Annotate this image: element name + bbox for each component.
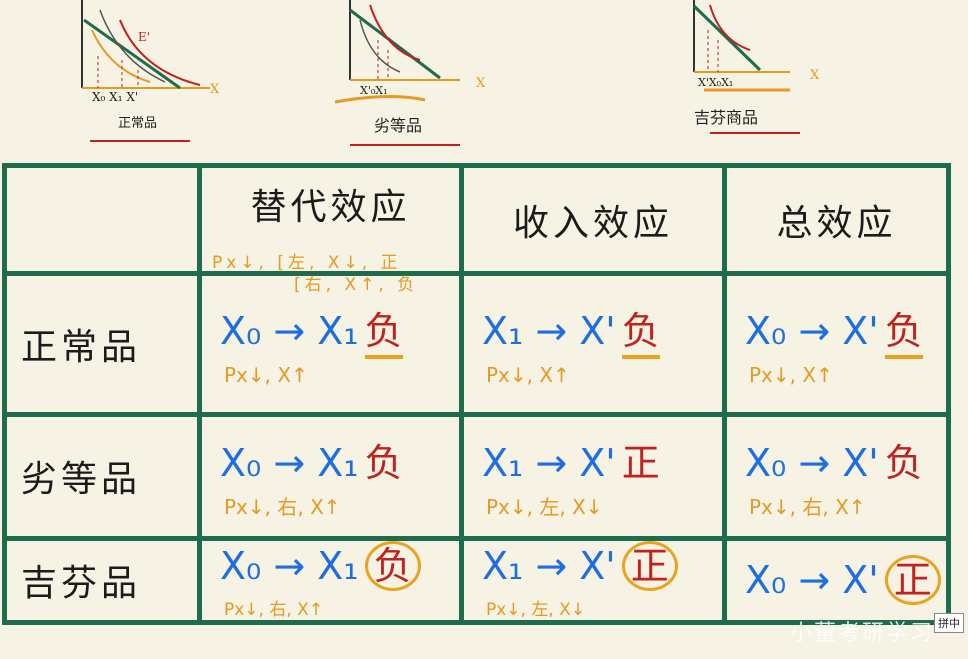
cell-move: X₁ → X' (482, 309, 616, 354)
header-total-effect: 总效应 (722, 162, 951, 277)
cell-transition: X₀ → X' 负 (745, 432, 946, 487)
table-row: 吉芬品 X₀ → X₁ 负 Px↓, 右, X↑ X₁ → X' 正 Px↓, 左,… (2, 535, 951, 626)
cell-transition: X₁ → X' 负 (482, 300, 722, 360)
cell-transition: X₀ → X₁ 负 (220, 540, 459, 591)
cell-move: X₀ → X₁ (220, 441, 359, 486)
corner-cell (2, 162, 202, 277)
cell-note: Px↓, 左, X↓ (486, 495, 603, 520)
cell-sign: 正 (884, 555, 941, 606)
row-label: 吉芬品 (2, 535, 202, 626)
cell-sign: 正 (621, 441, 660, 486)
underline (90, 140, 190, 142)
cell-transition: X₀ → X₁ 负 (220, 300, 459, 360)
header-text: 替代效应 (250, 186, 411, 228)
table-cell: X₀ → X₁ 负 Px↓, 右, X↑ (197, 535, 464, 626)
cell-sign: 负 (621, 300, 660, 360)
header-hint: [右, X↑, 负 (294, 275, 419, 295)
cell-move: X₀ → X' (745, 558, 879, 603)
cell-transition: X₀ → X' 负 (745, 300, 946, 360)
graph-normal-good: E' X₀ X₁ X' X 正常品 (70, 0, 230, 150)
graph-points: X'₀X₁ (360, 84, 388, 97)
underline (710, 132, 800, 134)
graph-points: X'X₀X₁ (698, 76, 734, 89)
cell-note: Px↓, 左, X↓ (486, 599, 586, 620)
cell-move: X₀ → X₁ (220, 309, 359, 354)
cell-sign: 负 (884, 300, 923, 360)
cell-sign: 负 (884, 441, 923, 486)
ime-badge: 拼中 (934, 613, 964, 633)
table-cell: X₀ → X₁ 负 Px↓, 右, X↑ (197, 411, 464, 541)
table-cell: X₁ → X' 正 Px↓, 左, X↓ (459, 411, 727, 541)
graph-axis-x: X (810, 68, 820, 83)
graph-inferior-good: X'₀X₁ X 劣等品 (330, 0, 500, 150)
row-label: 正常品 (2, 271, 202, 417)
graph-giffen-good: X'X₀X₁ X 吉芬商品 (680, 0, 840, 150)
cell-sign: 正 (621, 540, 678, 591)
header-substitution-effect: 替代效应 Px↓, [左, X↓, 正 [右, X↑, 负 (197, 162, 464, 295)
table-row: 劣等品 X₀ → X₁ 负 Px↓, 右, X↑ X₁ → X' 正 Px↓, 左,… (2, 411, 951, 541)
cell-sign: 负 (364, 540, 421, 591)
watermark: 小董考研学习 (789, 621, 934, 646)
table-cell: X₁ → X' 负 Px↓, X↑ (459, 271, 727, 417)
table-cell: X₀ → X' 负 Px↓, 右, X↑ (722, 411, 951, 541)
cell-note: Px↓, 右, X↑ (224, 495, 341, 520)
cell-move: X₀ → X' (745, 441, 879, 486)
table-cell: X₀ → X' 负 Px↓, X↑ (722, 271, 951, 417)
table-cell: X₁ → X' 正 Px↓, 左, X↓ (459, 535, 727, 626)
cell-note: Px↓, 右, X↑ (224, 599, 324, 620)
whiteboard: E' X₀ X₁ X' X 正常品 X'₀X₁ X 劣等品 X'X₀X₁ X 吉… (0, 0, 968, 659)
graph-axis-x: X (476, 76, 486, 91)
graph-e-label: E' (138, 30, 151, 44)
table-row: 正常品 X₀ → X₁ 负 Px↓, X↑ X₁ → X' 负 Px↓, X↑ X₀… (2, 271, 951, 417)
cell-sign: 负 (364, 300, 403, 360)
graph-label: 正常品 (118, 116, 158, 131)
cell-note: Px↓, X↑ (224, 363, 308, 388)
cell-transition: X₀ → X' 正 (745, 555, 946, 606)
graph-label: 吉芬商品 (694, 108, 759, 127)
cell-note: Px↓, 右, X↑ (749, 495, 866, 520)
cell-transition: X₁ → X' 正 (482, 432, 722, 487)
table-cell: X₀ → X' 正 (722, 535, 951, 626)
cell-note: Px↓, X↑ (486, 363, 570, 388)
cell-move: X₁ → X' (482, 441, 616, 486)
graph-label: 劣等品 (374, 116, 423, 135)
header-income-effect: 收入效应 (459, 162, 727, 277)
cell-move: X₀ → X' (745, 309, 879, 354)
cell-transition: X₁ → X' 正 (482, 540, 722, 591)
row-label: 劣等品 (2, 411, 202, 541)
cell-sign: 负 (364, 441, 403, 486)
underline (350, 144, 460, 146)
cell-transition: X₀ → X₁ 负 (220, 432, 459, 487)
cell-note: Px↓, X↑ (749, 363, 833, 388)
graph-axis-x: X (210, 82, 220, 97)
header-row: 替代效应 Px↓, [左, X↓, 正 [右, X↑, 负 收入效应 总效应 (2, 162, 951, 295)
effects-table: 替代效应 Px↓, [左, X↓, 正 [右, X↑, 负 收入效应 总效应 正… (2, 162, 951, 626)
cell-move: X₁ → X' (482, 543, 616, 588)
graph-points: X₀ X₁ X' (92, 90, 139, 104)
cell-move: X₀ → X₁ (220, 543, 359, 588)
